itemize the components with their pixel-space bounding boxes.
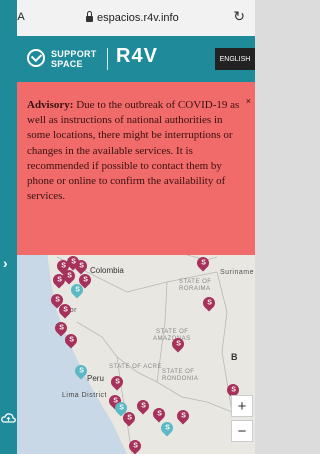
cloud-icon[interactable] [1, 412, 16, 424]
brand-line-1: SUPPORT [51, 49, 97, 59]
map-label-peru: Peru [87, 374, 104, 383]
zoom-in-button[interactable]: + [231, 395, 253, 417]
close-icon[interactable]: × [246, 94, 251, 109]
sidebar-toggle-icon[interactable]: › [3, 255, 8, 271]
brand-divider [107, 48, 108, 70]
advisory-title: Advisory: [27, 99, 74, 111]
lock-icon [86, 11, 93, 22]
map-label-roraima-1: STATE OF [179, 279, 212, 285]
map-label-rondonia-2: RONDONIA [162, 376, 199, 382]
advisory-body: Due to the outbreak of COVID-19 as well … [27, 99, 240, 203]
r4v-logo: R4V [116, 45, 158, 67]
url-field[interactable]: espacios.r4v.info [86, 11, 179, 25]
url-text: espacios.r4v.info [97, 12, 179, 24]
support-space-logo-icon [27, 49, 45, 67]
map-label-rondonia-1: STATE OF [162, 369, 195, 375]
advisory-modal: × Advisory: Due to the outbreak of COVID… [17, 82, 255, 255]
map-label-acre: STATE OF ACRE [109, 364, 162, 370]
zoom-out-button[interactable]: − [231, 420, 253, 442]
map-label-suriname: Suriname [220, 269, 254, 276]
brand-line-2: SPACE [51, 59, 83, 69]
map-label-amazonas-1: STATE OF [156, 329, 189, 335]
language-button[interactable]: ENGLISH [215, 48, 255, 70]
map-label-roraima-2: RORAIMA [179, 286, 211, 292]
map-label-colombia: Colombia [90, 266, 124, 275]
app-header: SUPPORT SPACE R4V ENGLISH [17, 36, 255, 82]
browser-address-bar: AA espacios.r4v.info ↻ [0, 0, 255, 37]
reload-icon[interactable]: ↻ [233, 8, 245, 25]
map-label-lima: Lima District [62, 392, 108, 399]
sidebar-strip: › [0, 0, 17, 454]
map-label-b: B [231, 352, 238, 362]
